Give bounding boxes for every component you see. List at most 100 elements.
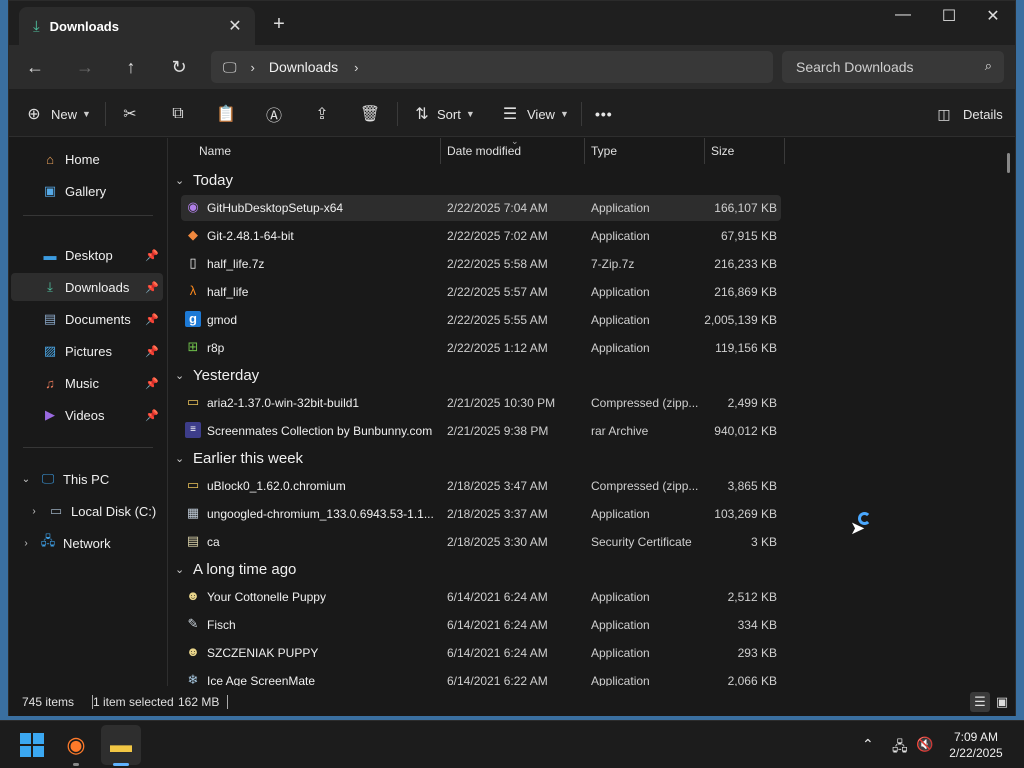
column-header-date[interactable]: Date modified xyxy=(447,138,521,164)
view-button[interactable]: ☰ View ▼ xyxy=(499,102,569,126)
volume-muted-icon[interactable]: 🔇 xyxy=(916,736,933,753)
new-button[interactable]: ⊕ New ▼ xyxy=(23,102,91,126)
rename-button[interactable]: Ⓐ xyxy=(263,102,285,126)
breadcrumb-downloads[interactable]: Downloads xyxy=(269,59,338,75)
paste-button[interactable]: 📋 xyxy=(215,102,237,126)
details-button[interactable]: ◫ Details xyxy=(933,102,1002,126)
sidebar-item-gallery[interactable]: ▣ Gallery xyxy=(11,177,163,205)
chevron-right-icon[interactable]: › xyxy=(19,538,33,549)
share-button[interactable]: ⇪ xyxy=(311,102,333,126)
chevron-down-icon[interactable]: ⌄ xyxy=(19,474,33,485)
chevron-right-icon[interactable]: › xyxy=(354,60,358,75)
sidebar-item-pictures[interactable]: ▨ Pictures 📌 xyxy=(11,337,163,365)
file-date: 6/14/2021 6:24 AM xyxy=(447,646,548,660)
file-row[interactable]: λ half_life 2/22/2025 5:57 AM Applicatio… xyxy=(181,279,781,305)
file-row[interactable]: ❄ Ice Age ScreenMate 6/14/2021 6:22 AM A… xyxy=(181,668,781,686)
sidebar-item-music[interactable]: ♫ Music 📌 xyxy=(11,369,163,397)
file-row[interactable]: ✎ Fisch 6/14/2021 6:24 AM Application 33… xyxy=(181,612,781,638)
chevron-right-icon[interactable]: › xyxy=(27,506,41,517)
pane-splitter[interactable] xyxy=(167,138,168,686)
vertical-scrollbar[interactable] xyxy=(1007,153,1010,173)
file-row[interactable]: ≡ Screenmates Collection by Bunbunny.com… xyxy=(181,418,781,444)
file-row[interactable]: ▤ ca 2/18/2025 3:30 AM Security Certific… xyxy=(181,529,781,555)
close-tab-icon[interactable]: ✕ xyxy=(225,16,245,36)
chevron-right-icon[interactable]: › xyxy=(251,60,255,75)
more-options-button[interactable]: ••• xyxy=(595,102,613,126)
group-header-long-time-ago[interactable]: ⌄ A long time ago xyxy=(175,556,296,582)
file-explorer-icon[interactable]: ▬ xyxy=(101,725,141,765)
file-row[interactable]: ◆ Git-2.48.1-64-bit 2/22/2025 7:02 AM Ap… xyxy=(181,223,781,249)
pin-icon[interactable]: 📌 xyxy=(145,249,159,262)
sidebar-item-desktop[interactable]: ▬ Desktop 📌 xyxy=(11,241,163,269)
sidebar-item-documents[interactable]: ▤ Documents 📌 xyxy=(11,305,163,333)
file-row[interactable]: ▭ uBlock0_1.62.0.chromium 2/18/2025 3:47… xyxy=(181,473,781,499)
start-button[interactable] xyxy=(12,725,52,765)
selection-count: 1 item selected xyxy=(93,695,174,709)
file-row[interactable]: g gmod 2/22/2025 5:55 AM Application 2,0… xyxy=(181,307,781,333)
plus-circle-icon: ⊕ xyxy=(27,106,41,123)
column-divider[interactable] xyxy=(784,138,785,164)
column-header-name[interactable]: Name xyxy=(199,138,231,164)
group-header-earlier-this-week[interactable]: ⌄ Earlier this week xyxy=(175,445,303,471)
details-view-icon[interactable]: ☰ xyxy=(970,692,990,712)
copy-button[interactable]: ⧉ xyxy=(167,102,189,126)
file-list: Name ⌄ Date modified Type Size ⌄ Today ◉… xyxy=(169,138,1009,686)
pictures-icon: ▨ xyxy=(43,343,57,358)
monitor-icon[interactable]: 🖵 xyxy=(223,59,237,76)
pin-icon[interactable]: 📌 xyxy=(145,409,159,422)
search-box[interactable]: ⌕ xyxy=(782,51,1004,83)
file-row[interactable]: ☻ Your Cottonelle Puppy 6/14/2021 6:24 A… xyxy=(181,584,781,610)
file-size: 216,233 KB xyxy=(714,257,777,271)
gallery-icon: ▣ xyxy=(43,183,57,198)
group-header-today[interactable]: ⌄ Today xyxy=(175,167,233,193)
pin-icon[interactable]: 📌 xyxy=(145,281,159,294)
sidebar-item-videos[interactable]: ▶ Videos 📌 xyxy=(11,401,163,429)
back-arrow-icon[interactable]: ← xyxy=(21,54,49,80)
cut-button[interactable]: ✂ xyxy=(119,102,141,126)
tab-downloads[interactable]: ⤓ Downloads ✕ xyxy=(19,7,255,45)
column-divider[interactable] xyxy=(440,138,441,164)
sidebar-item-local-disk[interactable]: › ▭ Local Disk (C:) xyxy=(11,497,163,525)
new-tab-button[interactable]: + xyxy=(267,13,291,36)
chevron-up-icon[interactable]: ⌃ xyxy=(862,736,874,753)
sidebar-item-downloads[interactable]: ⤓ Downloads 📌 xyxy=(11,273,163,301)
column-header-size[interactable]: Size xyxy=(711,138,734,164)
zip-folder-icon: ▭ xyxy=(186,477,200,492)
up-arrow-icon[interactable]: ↑ xyxy=(117,54,145,80)
file-row[interactable]: ⊞ r8p 2/22/2025 1:12 AM Application 119,… xyxy=(181,335,781,361)
group-label: Yesterday xyxy=(193,366,260,384)
column-divider[interactable] xyxy=(704,138,705,164)
clock[interactable]: 7:09 AM 2/22/2025 xyxy=(940,729,1012,761)
column-divider[interactable] xyxy=(584,138,585,164)
minimize-button[interactable]: — xyxy=(883,6,923,24)
pin-icon[interactable]: 📌 xyxy=(145,313,159,326)
forward-arrow-icon[interactable]: → xyxy=(71,54,99,80)
puppy-icon: ☻ xyxy=(186,644,200,659)
refresh-icon[interactable]: ↻ xyxy=(165,54,193,80)
file-type: Application xyxy=(591,590,650,604)
delete-button[interactable]: 🗑 xyxy=(359,102,381,126)
file-row[interactable]: ◉ GitHubDesktopSetup-x64 2/22/2025 7:04 … xyxy=(181,195,781,221)
search-icon[interactable]: ⌕ xyxy=(985,58,992,74)
close-window-button[interactable]: ✕ xyxy=(973,6,1013,26)
file-row[interactable]: ☻ SZCZENIAK PUPPY 6/14/2021 6:24 AM Appl… xyxy=(181,640,781,666)
tiles-view-icon[interactable]: ▣ xyxy=(992,692,1012,712)
file-date: 2/21/2025 9:38 PM xyxy=(447,424,549,438)
file-row[interactable]: ▦ ungoogled-chromium_133.0.6943.53-1.1..… xyxy=(181,501,781,527)
sidebar-item-home[interactable]: ⌂ Home xyxy=(11,145,163,173)
sidebar-item-this-pc[interactable]: ⌄ 🖵 This PC xyxy=(11,465,163,493)
maximize-button[interactable]: ☐ xyxy=(929,6,969,26)
address-bar[interactable]: 🖵 › Downloads › xyxy=(211,51,773,83)
file-row[interactable]: ▭ aria2-1.37.0-win-32bit-build1 2/21/202… xyxy=(181,390,781,416)
pin-icon[interactable]: 📌 xyxy=(145,345,159,358)
pin-icon[interactable]: 📌 xyxy=(145,377,159,390)
column-header-type[interactable]: Type xyxy=(591,138,617,164)
search-input[interactable] xyxy=(796,59,966,75)
sidebar-item-network[interactable]: › 🖧 Network xyxy=(11,529,163,557)
sort-button[interactable]: ⇅ Sort ▼ xyxy=(411,102,474,126)
firefox-icon[interactable]: ◉ xyxy=(56,725,96,765)
network-tray-icon[interactable]: 🖧 xyxy=(892,736,908,760)
group-header-yesterday[interactable]: ⌄ Yesterday xyxy=(175,362,259,388)
divider xyxy=(227,695,228,709)
file-row[interactable]: ▯ half_life.7z 2/22/2025 5:58 AM 7-Zip.7… xyxy=(181,251,781,277)
